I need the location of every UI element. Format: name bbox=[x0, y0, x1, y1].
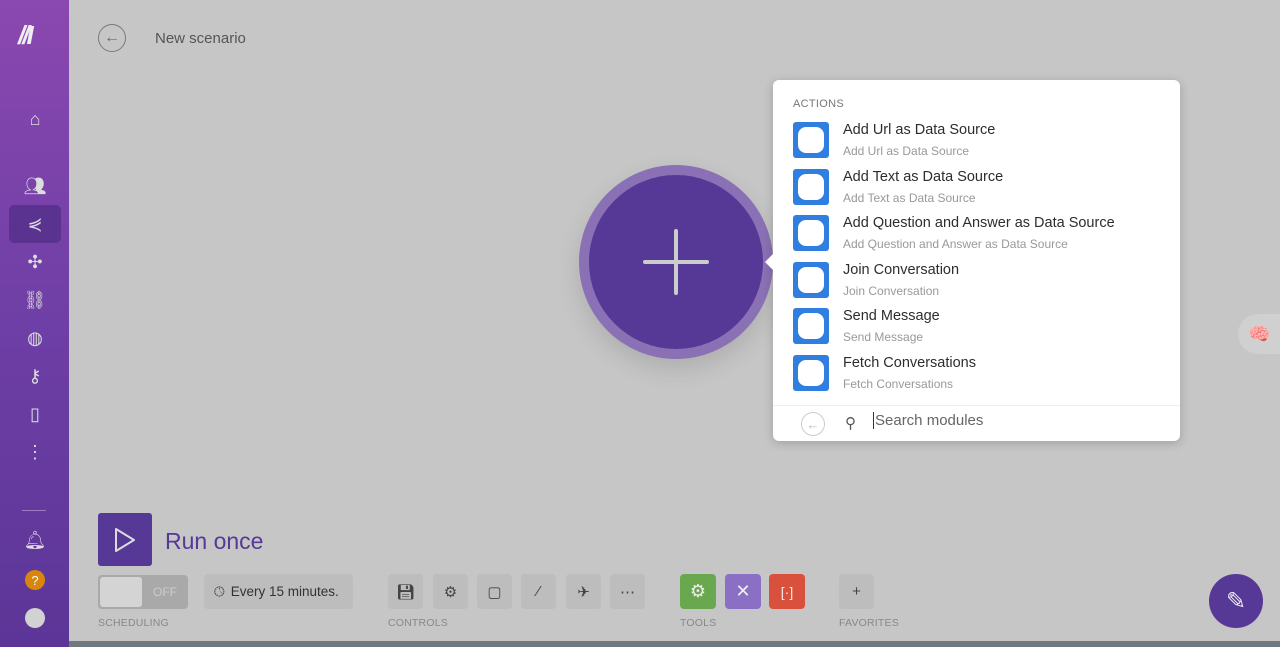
module-desc: Join Conversation bbox=[843, 284, 940, 298]
devices-icon[interactable]: ▯ bbox=[9, 395, 61, 433]
schedule-text: Every 15 minutes. bbox=[230, 584, 339, 599]
favorites-label: FAVORITES bbox=[839, 617, 899, 629]
module-app-icon bbox=[793, 355, 829, 391]
team-icon[interactable]: 👥︎ bbox=[9, 167, 61, 205]
avatar[interactable] bbox=[9, 599, 61, 637]
run-once-label[interactable]: Run once bbox=[165, 528, 263, 555]
bell-icon[interactable]: 🔔︎ bbox=[9, 521, 61, 559]
keys-icon[interactable]: ⚷ bbox=[9, 357, 61, 395]
home-icon[interactable]: ⌂ bbox=[9, 100, 61, 138]
module-desc: Add Text as Data Source bbox=[843, 191, 976, 205]
module-app-icon bbox=[793, 122, 829, 158]
tool-flow-control-icon[interactable]: ⚙ bbox=[680, 574, 716, 609]
apps-puzzle-icon[interactable]: ✣ bbox=[9, 243, 61, 281]
scheduling-toggle[interactable]: OFF bbox=[98, 575, 188, 609]
module-item[interactable]: Join Conversation Join Conversation bbox=[793, 261, 1163, 305]
search-bar: ← ⚲ bbox=[773, 405, 1180, 441]
more-icon[interactable]: ⋮ bbox=[9, 433, 61, 471]
module-item[interactable]: Send Message Send Message bbox=[793, 307, 1163, 351]
module-desc: Add Question and Answer as Data Source bbox=[843, 237, 1068, 251]
module-item[interactable]: Add Text as Data Source Add Text as Data … bbox=[793, 168, 1163, 212]
help-icon: ? bbox=[25, 570, 45, 590]
module-app-icon bbox=[793, 169, 829, 205]
tool-text-parser-icon[interactable]: [·] bbox=[769, 574, 805, 609]
magic-wand-icon[interactable]: ⁄ bbox=[521, 574, 556, 609]
clock-icon: 🕓︎ bbox=[214, 583, 225, 599]
module-desc: Send Message bbox=[843, 330, 924, 344]
module-name: Join Conversation bbox=[843, 262, 960, 278]
sidebar-divider bbox=[22, 510, 46, 511]
module-item[interactable]: Add Question and Answer as Data Source Ad… bbox=[793, 214, 1163, 258]
notes-icon[interactable]: ▢ bbox=[477, 574, 512, 609]
module-app-icon bbox=[793, 262, 829, 298]
module-app-icon bbox=[793, 215, 829, 251]
module-desc: Fetch Conversations bbox=[843, 377, 954, 391]
run-once-button[interactable] bbox=[98, 513, 152, 566]
module-picker: ACTIONS Add Url as Data Source Add Url as… bbox=[765, 80, 1180, 441]
scenarios-icon[interactable]: ⋞ bbox=[9, 205, 61, 243]
module-item[interactable]: Add Url as Data Source Add Url as Data So… bbox=[793, 121, 1163, 165]
bottom-strip bbox=[69, 641, 1280, 647]
module-desc: Add Url as Data Source bbox=[843, 144, 970, 158]
play-icon bbox=[115, 527, 135, 552]
toggle-state: OFF bbox=[153, 585, 177, 599]
gear-icon[interactable]: ⚙ bbox=[433, 574, 468, 609]
back-button[interactable]: ← bbox=[98, 24, 126, 52]
tools-label: TOOLS bbox=[680, 617, 717, 629]
module-app-icon bbox=[793, 308, 829, 344]
search-input[interactable] bbox=[873, 412, 1153, 429]
module-name: Add Url as Data Source bbox=[843, 122, 996, 138]
add-favorite-button[interactable]: + bbox=[839, 574, 874, 609]
module-name: Add Question and Answer as Data Source bbox=[843, 215, 1115, 231]
module-name: Add Text as Data Source bbox=[843, 169, 1004, 185]
module-name: Send Message bbox=[843, 308, 940, 324]
sidebar: //I ⌂ 👥︎ ⋞ ✣ ⛓︎ ◍ ⚷ ▯ ⋮ 🔔︎ ? bbox=[0, 0, 69, 647]
module-name: Fetch Conversations bbox=[843, 355, 976, 371]
ai-assistant-brain-icon[interactable]: 🧠 bbox=[1238, 314, 1280, 354]
save-icon[interactable]: 💾︎ bbox=[388, 574, 423, 609]
more-dots-icon[interactable]: ⋯ bbox=[610, 574, 645, 609]
airplane-icon[interactable]: ✈︎ bbox=[566, 574, 601, 609]
tool-tools-icon[interactable]: ✕ bbox=[725, 574, 761, 609]
module-item[interactable]: Fetch Conversations Fetch Conversations bbox=[793, 354, 1163, 398]
back-arrow-icon[interactable]: ← bbox=[801, 412, 825, 436]
chat-support-icon[interactable]: ✎ bbox=[1209, 574, 1263, 628]
controls-label: CONTROLS bbox=[388, 617, 448, 629]
webhooks-globe-icon[interactable]: ◍ bbox=[9, 319, 61, 357]
page-title: New scenario bbox=[155, 30, 246, 47]
schedule-button[interactable]: 🕓︎ Every 15 minutes. bbox=[204, 574, 353, 609]
help-button[interactable]: ? bbox=[9, 561, 61, 599]
scheduling-label: SCHEDULING bbox=[98, 617, 169, 629]
add-module-node[interactable] bbox=[579, 165, 773, 359]
section-heading: ACTIONS bbox=[793, 98, 844, 110]
make-logo[interactable]: //I bbox=[18, 20, 34, 51]
connections-link-icon[interactable]: ⛓︎ bbox=[9, 281, 61, 319]
search-icon: ⚲ bbox=[845, 415, 856, 432]
